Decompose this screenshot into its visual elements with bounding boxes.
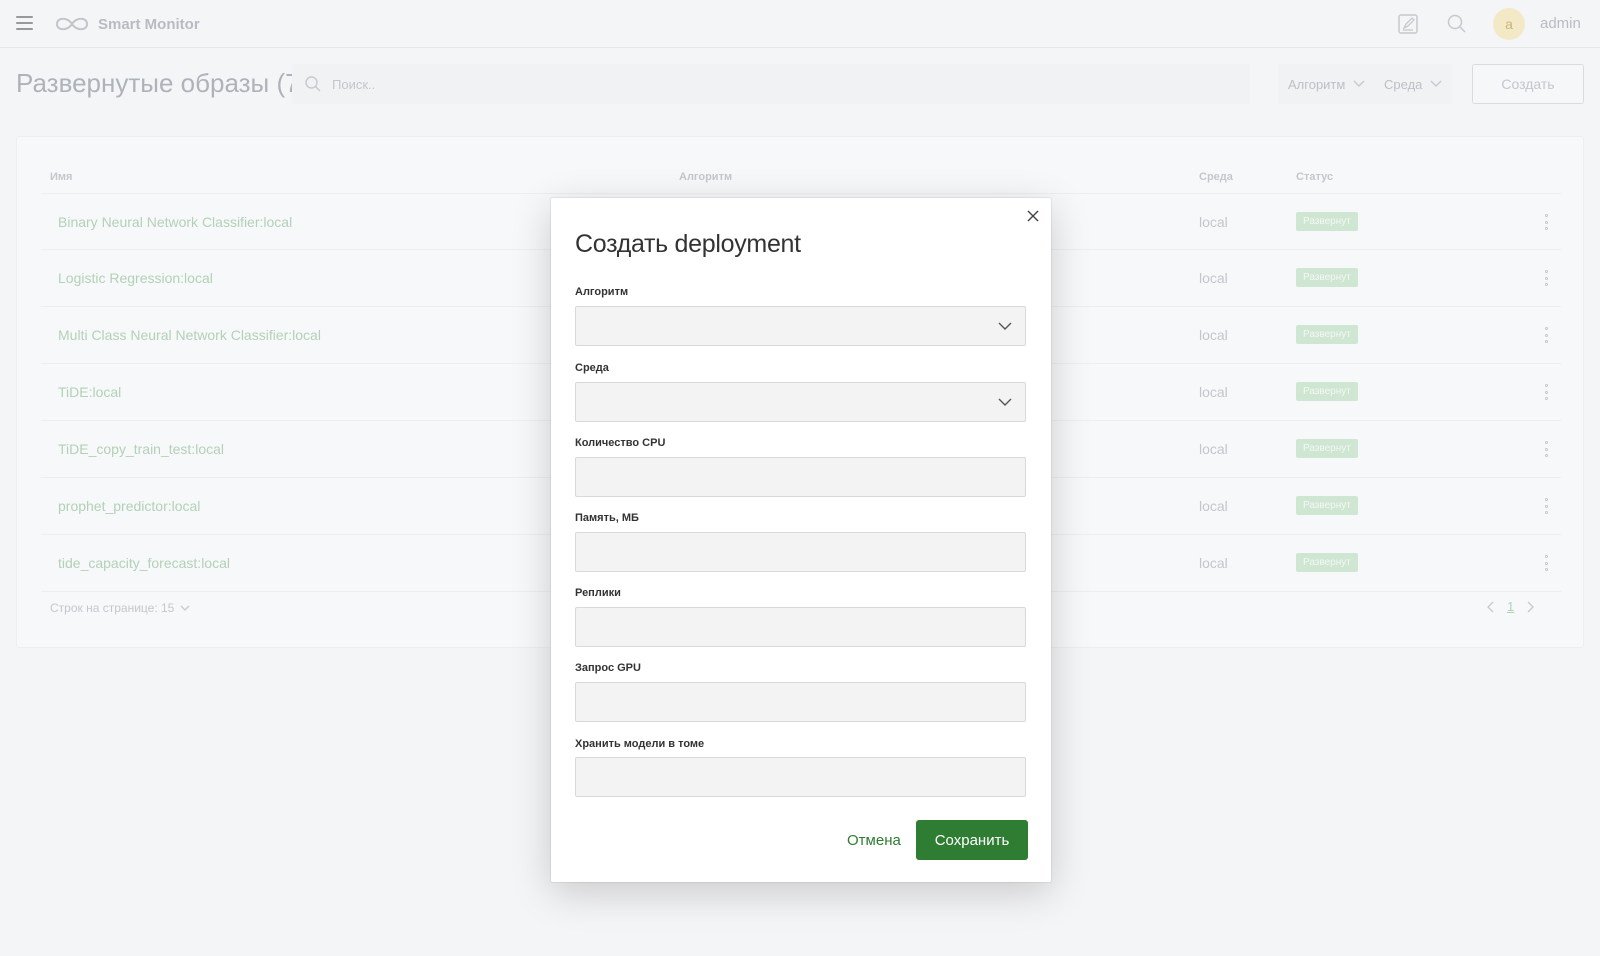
row-env: local: [1199, 327, 1228, 343]
chevron-down-icon: [1353, 80, 1365, 87]
close-icon[interactable]: [1025, 208, 1041, 224]
app-name: Smart Monitor: [98, 15, 200, 33]
edit-icon[interactable]: [1397, 13, 1419, 35]
save-button[interactable]: Сохранить: [916, 820, 1028, 860]
filter-env-label: Среда: [1384, 76, 1423, 92]
top-bar: Smart Monitor a admin: [0, 0, 1600, 48]
status-badge: Развернут: [1296, 496, 1358, 515]
create-deployment-dialog: Создать deployment Алгоритм Среда Количе…: [551, 198, 1051, 882]
replicas-input[interactable]: [576, 608, 1025, 646]
row-menu-icon[interactable]: [1545, 214, 1549, 230]
cancel-button[interactable]: Отмена: [839, 820, 909, 860]
create-button[interactable]: Создать: [1472, 64, 1584, 104]
page-title: Развернутые образы (7): [16, 68, 309, 98]
row-name-link[interactable]: TiDE:local: [58, 384, 121, 400]
algorithm-label: Алгоритм: [575, 286, 629, 298]
app-logo[interactable]: Smart Monitor: [52, 14, 200, 34]
status-badge: Развернут: [1296, 212, 1358, 231]
row-menu-icon[interactable]: [1545, 270, 1549, 286]
memory-input[interactable]: [576, 533, 1025, 571]
row-name-link[interactable]: prophet_predictor:local: [58, 498, 200, 514]
row-name-link[interactable]: tide_capacity_forecast:local: [58, 555, 230, 571]
row-env: local: [1199, 555, 1228, 571]
chevron-down-icon: [1430, 80, 1442, 87]
algorithm-select[interactable]: [575, 306, 1026, 346]
row-menu-icon[interactable]: [1545, 327, 1549, 343]
memory-label: Память, МБ: [575, 512, 639, 524]
filter-algorithm[interactable]: Алгоритм: [1278, 64, 1376, 104]
status-badge: Развернут: [1296, 553, 1358, 572]
filter-algorithm-label: Алгоритм: [1288, 76, 1346, 92]
rows-per-page-select[interactable]: Строк на странице: 15: [50, 601, 190, 615]
row-env: local: [1199, 270, 1228, 286]
volume-label: Хранить модели в томе: [575, 738, 705, 750]
env-select-value[interactable]: [576, 383, 1025, 421]
row-menu-icon[interactable]: [1545, 441, 1549, 457]
cpu-field[interactable]: [575, 457, 1026, 497]
chevron-down-icon: [998, 322, 1012, 330]
rows-per-page-label: Строк на странице: 15: [50, 601, 175, 615]
status-badge: Развернут: [1296, 325, 1358, 344]
page-number[interactable]: 1: [1507, 599, 1514, 614]
filter-env[interactable]: Среда: [1374, 64, 1453, 104]
replicas-label: Реплики: [575, 587, 621, 599]
row-name-link[interactable]: Logistic Regression:local: [58, 270, 213, 286]
row-name-link[interactable]: TiDE_copy_train_test:local: [58, 441, 224, 457]
status-badge: Развернут: [1296, 439, 1358, 458]
column-header-algorithm[interactable]: Алгоритм: [679, 171, 732, 183]
column-header-env[interactable]: Среда: [1199, 171, 1233, 183]
row-name-link[interactable]: Binary Neural Network Classifier:local: [58, 214, 292, 230]
search-box[interactable]: [292, 64, 1250, 104]
row-env: local: [1199, 384, 1228, 400]
row-menu-icon[interactable]: [1545, 384, 1549, 400]
row-menu-icon[interactable]: [1545, 498, 1549, 514]
cpu-input[interactable]: [576, 458, 1025, 496]
column-header-status[interactable]: Статус: [1296, 171, 1333, 183]
row-env: local: [1199, 441, 1228, 457]
menu-icon[interactable]: [16, 16, 33, 30]
pagination: 1: [1487, 599, 1535, 614]
chevron-down-icon: [180, 605, 190, 611]
user-name[interactable]: admin: [1540, 15, 1581, 32]
env-select[interactable]: [575, 382, 1026, 422]
row-menu-icon[interactable]: [1545, 555, 1549, 571]
gpu-label: Запрос GPU: [575, 662, 641, 674]
status-badge: Развернут: [1296, 268, 1358, 287]
memory-field[interactable]: [575, 532, 1026, 572]
chevron-right-icon[interactable]: [1526, 601, 1535, 613]
dialog-title: Создать deployment: [575, 230, 801, 258]
gpu-field[interactable]: [575, 682, 1026, 722]
chevron-down-icon: [998, 398, 1012, 406]
cpu-label: Количество CPU: [575, 437, 666, 449]
avatar[interactable]: a: [1493, 8, 1525, 40]
row-env: local: [1199, 214, 1228, 230]
search-input[interactable]: [332, 76, 1132, 92]
volume-field[interactable]: [575, 757, 1026, 797]
env-label: Среда: [575, 362, 609, 374]
column-header-name[interactable]: Имя: [50, 171, 72, 183]
gpu-input[interactable]: [576, 683, 1025, 721]
status-badge: Развернут: [1296, 382, 1358, 401]
volume-input[interactable]: [576, 758, 1025, 796]
row-env: local: [1199, 498, 1228, 514]
chevron-left-icon[interactable]: [1487, 601, 1495, 613]
algorithm-select-value[interactable]: [576, 307, 1025, 345]
search-icon: [305, 76, 321, 92]
infinity-logo-icon: [55, 17, 89, 31]
search-icon[interactable]: [1446, 13, 1468, 35]
row-name-link[interactable]: Multi Class Neural Network Classifier:lo…: [58, 327, 321, 343]
replicas-field[interactable]: [575, 607, 1026, 647]
